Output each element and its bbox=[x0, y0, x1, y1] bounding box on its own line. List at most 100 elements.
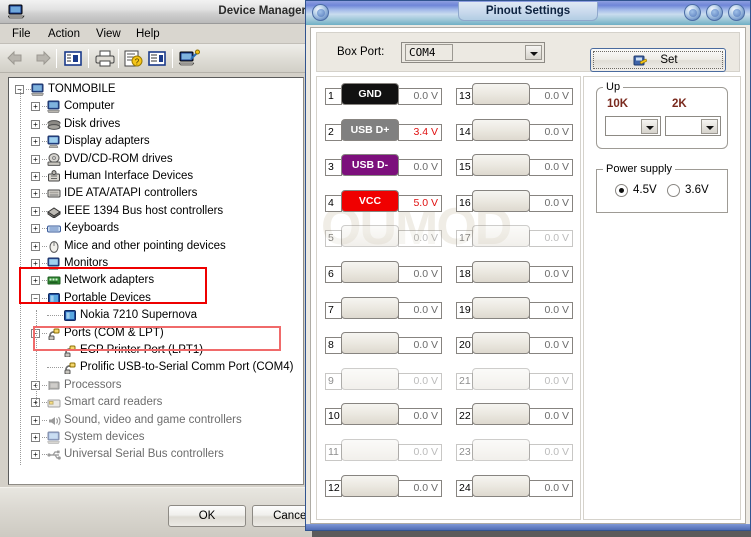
menu-item-file[interactable]: File bbox=[8, 27, 35, 41]
expand-toggle-icon[interactable]: + bbox=[31, 120, 40, 129]
expand-toggle-icon[interactable]: + bbox=[31, 259, 40, 268]
pull-up-10k-combo[interactable] bbox=[605, 116, 661, 136]
pin-voltage-value: 5.0 V bbox=[398, 194, 442, 212]
expand-toggle-icon[interactable]: + bbox=[31, 416, 40, 425]
close-button[interactable] bbox=[728, 4, 745, 21]
expand-toggle-icon[interactable]: + bbox=[31, 102, 40, 111]
pin-name-field[interactable] bbox=[472, 118, 530, 141]
network-icon bbox=[47, 274, 61, 287]
expand-node-icon[interactable] bbox=[146, 48, 168, 69]
pin-row[interactable]: 6 0.0 V bbox=[325, 261, 445, 283]
back-arrow-icon[interactable] bbox=[6, 48, 28, 69]
pin-row[interactable]: 20 0.0 V bbox=[456, 332, 576, 355]
radio-power-4-5v[interactable] bbox=[615, 184, 628, 197]
maximize-button[interactable] bbox=[706, 4, 723, 21]
pin-row[interactable]: 3 USB D- 0.0 V bbox=[325, 154, 445, 177]
chevron-down-icon[interactable] bbox=[525, 45, 542, 60]
properties-icon[interactable]: ? bbox=[122, 48, 144, 69]
pin-row[interactable]: 15 0.0 V bbox=[456, 154, 576, 177]
pin-row[interactable]: 17 0.0 V bbox=[456, 225, 576, 248]
set-button[interactable]: Set bbox=[590, 48, 726, 72]
pin-name-field[interactable] bbox=[472, 332, 530, 355]
pin-row[interactable]: 13 0.0 V bbox=[456, 83, 576, 105]
pin-name-field[interactable] bbox=[472, 225, 530, 248]
print-icon[interactable] bbox=[94, 48, 116, 69]
pin-row[interactable]: 12 0.0 V bbox=[325, 474, 445, 497]
pin-name-field[interactable] bbox=[341, 403, 399, 426]
radio-power-3-6v[interactable] bbox=[667, 184, 680, 197]
pin-number: 13 bbox=[456, 88, 473, 105]
pin-name-field[interactable] bbox=[472, 296, 530, 319]
expand-toggle-icon[interactable]: + bbox=[31, 224, 40, 233]
chevron-down-icon[interactable] bbox=[701, 119, 718, 134]
pin-name-field[interactable]: VCC bbox=[341, 189, 399, 212]
pin-row[interactable]: 4 VCC 5.0 V bbox=[325, 189, 445, 212]
pull-up-2k-label: 2K bbox=[672, 98, 687, 110]
expand-toggle-icon[interactable]: + bbox=[31, 172, 40, 181]
pin-row[interactable]: 11 0.0 V bbox=[325, 439, 445, 461]
pin-row[interactable]: 10 0.0 V bbox=[325, 403, 445, 426]
pin-row[interactable]: 23 0.0 V bbox=[456, 439, 576, 461]
expand-toggle-icon[interactable]: + bbox=[31, 189, 40, 198]
cancel-button[interactable]: Cancel bbox=[252, 505, 312, 527]
pin-row[interactable]: 16 0.0 V bbox=[456, 189, 576, 212]
menu-item-action[interactable]: Action bbox=[44, 27, 84, 41]
pin-voltage-value: 0.0 V bbox=[398, 266, 442, 283]
pin-name-field[interactable] bbox=[472, 261, 530, 283]
pin-row[interactable]: 8 0.0 V bbox=[325, 332, 445, 355]
pin-row[interactable]: 7 0.0 V bbox=[325, 296, 445, 319]
pin-number: 21 bbox=[456, 372, 473, 390]
pull-up-2k-combo[interactable] bbox=[665, 116, 721, 136]
expand-toggle-icon[interactable]: + bbox=[31, 137, 40, 146]
pin-name-field[interactable]: GND bbox=[341, 83, 399, 105]
pin-row[interactable]: 18 0.0 V bbox=[456, 261, 576, 283]
pin-name-field[interactable] bbox=[341, 261, 399, 283]
pin-row[interactable]: 21 0.0 V bbox=[456, 367, 576, 390]
pin-row[interactable]: 5 0.0 V bbox=[325, 225, 445, 248]
pin-name-field[interactable] bbox=[472, 439, 530, 461]
pin-name-field[interactable] bbox=[472, 189, 530, 212]
expand-toggle-icon[interactable]: + bbox=[31, 433, 40, 442]
device-tree[interactable]: − TONMOBILE + Computer + Disk drives + Display … bbox=[8, 77, 304, 485]
pin-row[interactable]: 2 USB D+ 3.4 V bbox=[325, 118, 445, 141]
pin-row[interactable]: 22 0.0 V bbox=[456, 403, 576, 426]
pin-row[interactable]: 14 0.0 V bbox=[456, 118, 576, 141]
forward-arrow-icon[interactable] bbox=[30, 48, 52, 69]
pin-name-field[interactable] bbox=[341, 367, 399, 390]
show-hidden-tree-icon[interactable] bbox=[62, 48, 84, 69]
box-port-value[interactable]: COM4 bbox=[405, 44, 453, 61]
pin-row[interactable]: 9 0.0 V bbox=[325, 367, 445, 390]
pin-number: 4 bbox=[325, 194, 342, 212]
ok-button[interactable]: OK bbox=[168, 505, 246, 527]
expand-toggle-icon[interactable]: + bbox=[31, 242, 40, 251]
scan-hardware-icon[interactable] bbox=[178, 48, 200, 69]
pin-name-field[interactable] bbox=[472, 403, 530, 426]
pin-row[interactable]: 19 0.0 V bbox=[456, 296, 576, 319]
menu-item-view[interactable]: View bbox=[92, 27, 125, 41]
pin-name-field[interactable] bbox=[472, 367, 530, 390]
pin-name-field[interactable] bbox=[341, 474, 399, 497]
pin-name-field[interactable] bbox=[341, 225, 399, 248]
expand-toggle-icon[interactable]: + bbox=[31, 276, 40, 285]
minimize-button[interactable] bbox=[684, 4, 701, 21]
menu-item-help[interactable]: Help bbox=[132, 27, 164, 41]
pin-name-field[interactable] bbox=[341, 296, 399, 319]
pin-name-field[interactable]: USB D- bbox=[341, 154, 399, 177]
pin-name-field[interactable] bbox=[472, 474, 530, 497]
expand-toggle-icon[interactable]: + bbox=[31, 450, 40, 459]
box-port-combo[interactable]: COM4 bbox=[401, 42, 545, 63]
expand-toggle-icon[interactable]: + bbox=[31, 207, 40, 216]
pin-name-field[interactable] bbox=[341, 439, 399, 461]
chevron-down-icon[interactable] bbox=[641, 119, 658, 134]
pin-name-field[interactable]: USB D+ bbox=[341, 118, 399, 141]
toolbar-separator-3 bbox=[118, 49, 119, 68]
pin-row[interactable]: 24 0.0 V bbox=[456, 474, 576, 497]
box-port-label: Box Port: bbox=[337, 46, 385, 58]
pin-name-field[interactable] bbox=[341, 332, 399, 355]
expand-toggle-icon[interactable]: + bbox=[31, 155, 40, 164]
pin-row[interactable]: 1 GND 0.0 V bbox=[325, 83, 445, 105]
pin-name-field[interactable] bbox=[472, 83, 530, 105]
pin-name-field[interactable] bbox=[472, 154, 530, 177]
tree-item-label: Keyboards bbox=[64, 222, 119, 234]
collapse-toggle-icon[interactable]: − bbox=[31, 294, 40, 303]
